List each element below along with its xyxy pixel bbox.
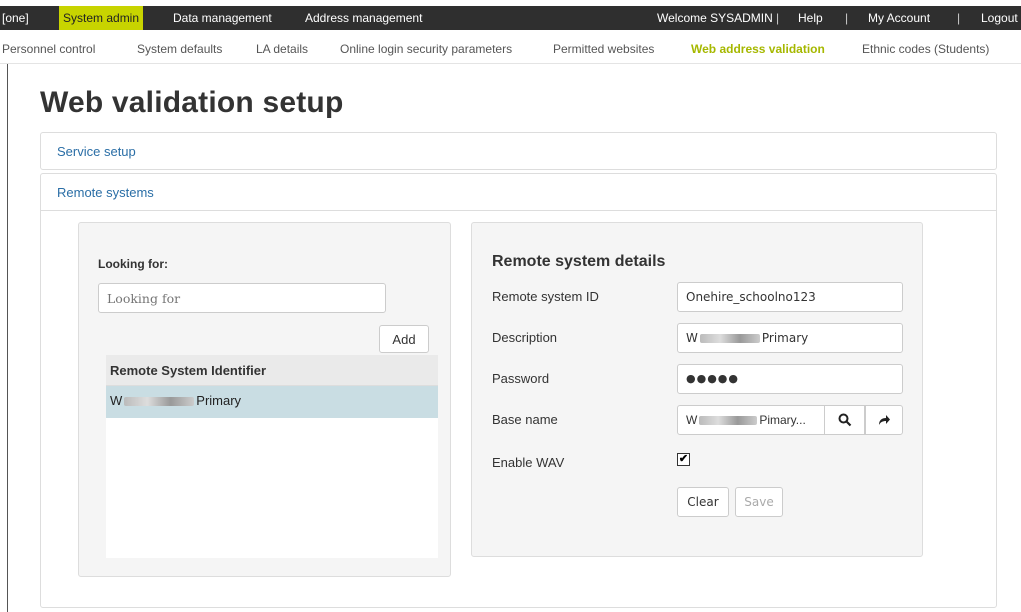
- base-name-suffix: Pimary...: [759, 413, 806, 427]
- sub-nav: Personnel control System defaults LA det…: [0, 36, 1021, 64]
- subnav-personnel-control[interactable]: Personnel control: [2, 42, 95, 56]
- description-suffix: Primary: [761, 331, 809, 345]
- top-nav: [one] System admin Data management Addre…: [0, 6, 1021, 30]
- top-bar: [one] System admin Data management Addre…: [0, 0, 1021, 36]
- subnav-system-defaults[interactable]: System defaults: [137, 42, 222, 56]
- redacted-text: [699, 334, 760, 343]
- description-field[interactable]: W Primary: [677, 323, 903, 353]
- welcome-text: Welcome SYSADMIN: [657, 11, 773, 25]
- redacted-text: [699, 416, 758, 426]
- remote-system-id-field[interactable]: Onehire_schoolno123: [677, 282, 903, 312]
- subnav-online-login-security[interactable]: Online login security parameters: [340, 42, 512, 56]
- description-prefix: W: [686, 331, 698, 345]
- share-arrow-icon: [879, 415, 890, 425]
- nav-system-admin[interactable]: System admin: [59, 6, 144, 30]
- nav-logout[interactable]: Logout: [981, 6, 1018, 30]
- list-item[interactable]: W Primary: [106, 386, 438, 418]
- base-name-group: W Pimary...: [677, 405, 903, 435]
- list-item-suffix: Primary: [196, 393, 242, 408]
- page-title: Web validation setup: [40, 86, 344, 119]
- search-icon: [838, 413, 851, 427]
- save-button[interactable]: Save: [735, 487, 783, 517]
- clear-button[interactable]: Clear: [677, 487, 729, 517]
- subnav-la-details[interactable]: LA details: [256, 42, 308, 56]
- subnav-ethnic-codes[interactable]: Ethnic codes (Students): [862, 42, 989, 56]
- nav-my-account[interactable]: My Account: [868, 6, 930, 30]
- subnav-web-address-validation[interactable]: Web address validation: [691, 42, 825, 56]
- nav-data-management[interactable]: Data management: [173, 6, 272, 30]
- nav-separator: |: [776, 11, 780, 25]
- password-label: Password: [492, 371, 550, 386]
- looking-for-label: Looking for:: [98, 257, 168, 271]
- left-border: [0, 64, 8, 612]
- redacted-text: [124, 397, 195, 407]
- nav-separator: |: [957, 11, 961, 25]
- base-name-prefix: W: [686, 413, 698, 427]
- base-search-button[interactable]: [825, 405, 865, 435]
- subnav-permitted-websites[interactable]: Permitted websites: [553, 42, 654, 56]
- looking-for-input[interactable]: [98, 283, 386, 313]
- password-field[interactable]: ●●●●●: [677, 364, 903, 394]
- remote-system-id-label: Remote system ID: [492, 289, 599, 304]
- base-name-label: Base name: [492, 412, 558, 427]
- service-setup-panel: Service setup: [40, 132, 997, 170]
- description-label: Description: [492, 330, 558, 345]
- details-title: Remote system details: [492, 253, 666, 270]
- list-column-header: Remote System Identifier: [106, 355, 438, 386]
- base-open-button[interactable]: [865, 405, 903, 435]
- nav-home-link[interactable]: [one]: [2, 6, 29, 30]
- enable-wav-checkbox[interactable]: ✔: [677, 453, 690, 466]
- list-item-prefix: W: [110, 393, 123, 408]
- nav-address-management[interactable]: Address management: [305, 6, 422, 30]
- nav-separator: |: [845, 11, 849, 25]
- details-card: Remote system details Remote system ID O…: [471, 222, 923, 557]
- base-name-field[interactable]: W Pimary...: [677, 405, 825, 435]
- enable-wav-label: Enable WAV: [492, 455, 565, 470]
- remote-systems-panel: Remote systems Looking for: Add Remote S…: [40, 173, 997, 608]
- add-button[interactable]: Add: [379, 325, 429, 353]
- remote-systems-header[interactable]: Remote systems: [41, 174, 996, 211]
- service-setup-header[interactable]: Service setup: [41, 133, 996, 170]
- nav-help[interactable]: Help: [798, 6, 823, 30]
- search-card: Looking for: Add Remote System Identifie…: [78, 222, 451, 577]
- remote-system-list: Remote System Identifier W Primary: [106, 355, 438, 558]
